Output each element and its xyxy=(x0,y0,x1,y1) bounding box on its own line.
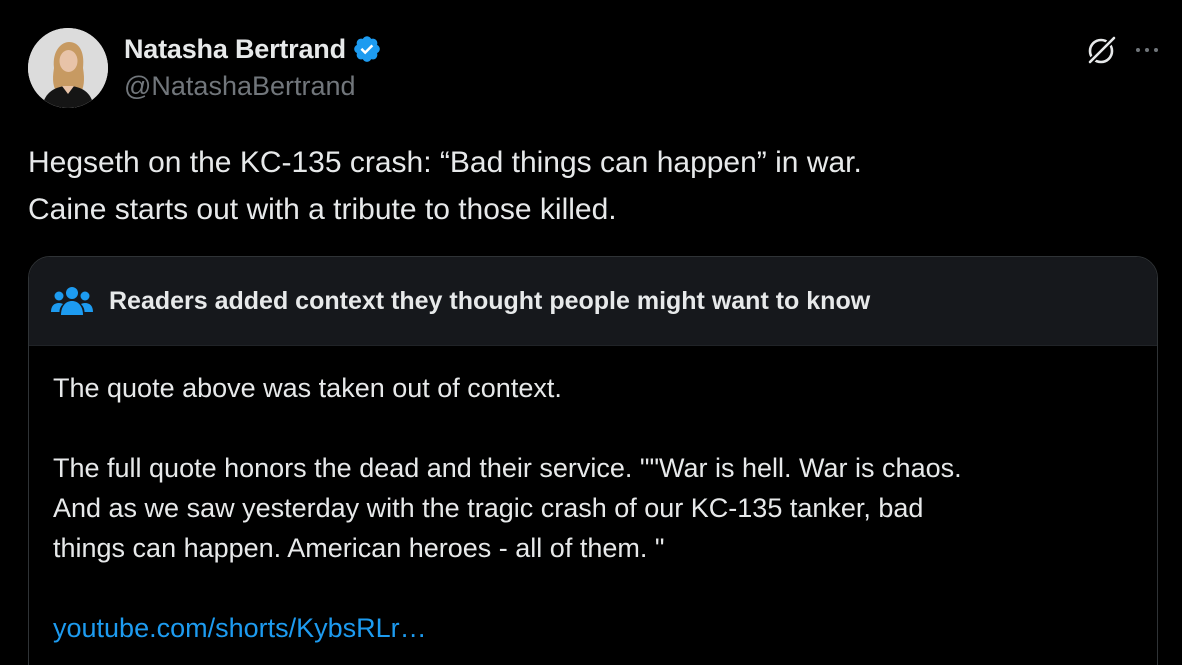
tweet-text-line: Hegseth on the KC-135 crash: “Bad things… xyxy=(28,146,862,179)
note-line: things can happen. American heroes - all… xyxy=(53,533,665,563)
people-icon xyxy=(51,287,93,315)
note-line: And as we saw yesterday with the tragic … xyxy=(53,493,924,523)
grok-icon[interactable] xyxy=(1084,32,1120,68)
note-paragraph: The quote above was taken out of context… xyxy=(53,373,562,403)
more-options-icon[interactable] xyxy=(1132,35,1162,65)
user-block: Natasha Bertrand @NatashaBertrand xyxy=(124,32,382,102)
source-link[interactable]: youtube.com/shorts/KybsRLr… xyxy=(53,613,427,643)
tweet-card: Natasha Bertrand @NatashaBertrand Hegset… xyxy=(0,0,1182,665)
community-note: Readers added context they thought peopl… xyxy=(28,256,1158,665)
note-line: The full quote honors the dead and their… xyxy=(53,453,962,483)
community-note-header[interactable]: Readers added context they thought peopl… xyxy=(29,257,1157,346)
profile-photo xyxy=(28,28,108,108)
tweet-text: Hegseth on the KC-135 crash: “Bad things… xyxy=(28,139,1128,233)
tweet-header: Natasha Bertrand @NatashaBertrand xyxy=(28,28,1162,108)
display-name-row: Natasha Bertrand xyxy=(124,32,382,66)
display-name[interactable]: Natasha Bertrand xyxy=(124,34,346,65)
verified-badge-icon[interactable] xyxy=(352,34,382,64)
community-note-body: The quote above was taken out of context… xyxy=(29,346,1157,648)
tweet-text-line: Caine starts out with a tribute to those… xyxy=(28,193,617,226)
top-actions xyxy=(1084,32,1162,68)
handle[interactable]: @NatashaBertrand xyxy=(124,71,382,102)
community-note-title: Readers added context they thought peopl… xyxy=(109,286,871,315)
avatar[interactable] xyxy=(28,28,108,108)
